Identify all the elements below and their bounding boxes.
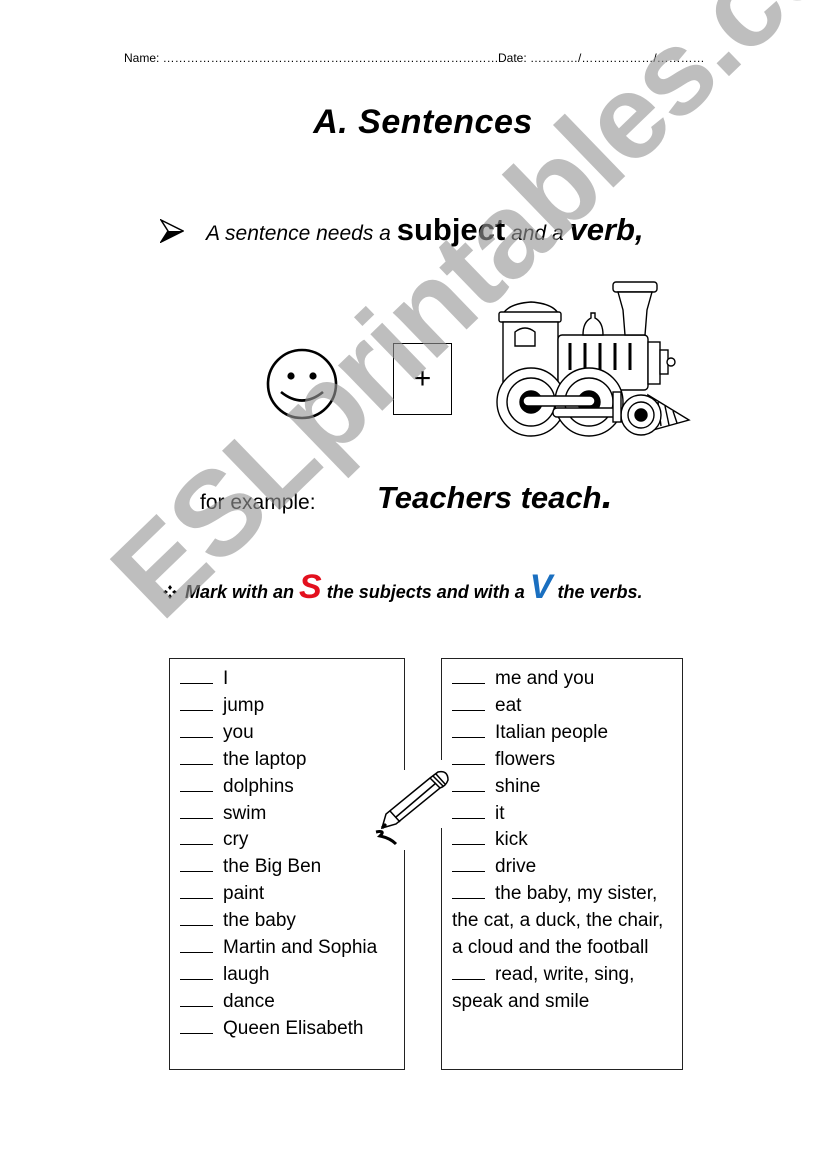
list-item-text: cry <box>223 829 249 851</box>
answer-blank[interactable] <box>180 669 213 684</box>
instruction-part3: the verbs. <box>552 582 643 602</box>
answer-blank[interactable] <box>180 965 213 980</box>
list-item: shine <box>452 774 672 801</box>
example-label: for example: <box>200 491 316 514</box>
list-item-text: the baby <box>223 910 296 932</box>
list-item-text: eat <box>495 694 522 716</box>
list-item: read, write, sing, speak and smile <box>452 962 672 1016</box>
list-item-text: I <box>223 668 229 689</box>
answer-blank[interactable] <box>180 830 213 846</box>
word-list-left: Ijump you the laptop dolphins swim cry the Big… <box>169 658 405 1070</box>
plus-symbol: + <box>413 362 432 395</box>
list-item: dolphins <box>180 774 394 801</box>
list-item: jump <box>180 693 394 720</box>
arrowhead-bullet-icon <box>158 218 185 249</box>
smiley-face-icon <box>265 347 339 426</box>
rule-prefix: A sentence needs a <box>206 222 397 245</box>
example-sentence-text: Teachers teach <box>377 480 602 515</box>
list-item-text: shine <box>495 775 541 797</box>
list-item-text: dolphins <box>223 775 294 797</box>
answer-blank[interactable] <box>452 750 485 765</box>
instruction-part1: Mark with an <box>185 582 300 602</box>
name-field-label: Name: ………………………………………………………………………… <box>124 51 499 65</box>
list-item-text: jump <box>223 694 265 716</box>
list-item: swim <box>180 801 394 828</box>
list-item-text: the laptop <box>223 748 307 770</box>
subject-letter-s: S <box>299 568 322 606</box>
list-item-text: the Big Ben <box>223 856 322 878</box>
list-item: Queen Elisabeth <box>180 1016 394 1043</box>
rule-subject: subject <box>396 212 506 247</box>
watermark: ESLprintables.com <box>86 0 821 643</box>
instruction: Mark with an S the subjects and with a V… <box>163 568 643 607</box>
instruction-part2: the subjects and with a <box>321 582 530 602</box>
answer-blank[interactable] <box>452 669 485 684</box>
list-item-text: you <box>223 721 254 743</box>
list-item-text: Martin and Sophia <box>223 937 378 959</box>
list-item: the baby, my sister, the cat, a duck, th… <box>452 881 672 962</box>
answer-blank[interactable] <box>180 750 213 765</box>
list-item: eat <box>452 693 672 720</box>
list-item-text: drive <box>495 856 537 878</box>
answer-blank[interactable] <box>180 777 213 792</box>
list-item: laugh <box>180 962 394 989</box>
list-item-text: Queen Elisabeth <box>223 1017 364 1039</box>
answer-blank[interactable] <box>180 911 213 927</box>
list-item: cry <box>180 827 394 854</box>
answer-blank[interactable] <box>180 884 213 900</box>
list-item-text: flowers <box>495 748 556 770</box>
list-item: dance <box>180 989 394 1016</box>
date-field-label: Date: …………/………………/………… <box>498 51 705 65</box>
list-item: you <box>180 720 394 747</box>
rule-middle: and a <box>505 222 570 245</box>
example-period: . <box>601 473 613 517</box>
answer-blank[interactable] <box>180 992 213 1007</box>
list-item: me and you <box>452 666 672 693</box>
list-item: it <box>452 801 672 828</box>
list-item-text: me and you <box>495 668 595 689</box>
page-title: A. Sentences <box>313 103 533 141</box>
list-item-text: it <box>495 802 505 824</box>
list-item-text: swim <box>223 802 267 824</box>
list-item-text: dance <box>223 990 275 1012</box>
list-item-text: paint <box>223 883 265 905</box>
example-sentence: Teachers teach. <box>377 475 613 516</box>
answer-blank[interactable] <box>180 723 213 738</box>
answer-blank[interactable] <box>452 830 485 846</box>
answer-blank[interactable] <box>452 777 485 792</box>
answer-blank[interactable] <box>180 1019 213 1034</box>
rule-verb: verb, <box>569 212 644 247</box>
word-list-right: me and you eat Italian people flowers shine i… <box>441 658 683 1070</box>
list-item: the baby <box>180 908 394 935</box>
plus-box: + <box>393 343 452 415</box>
answer-blank[interactable] <box>452 723 485 738</box>
answer-blank[interactable] <box>452 696 485 711</box>
list-item: Martin and Sophia <box>180 935 394 962</box>
answer-blank[interactable] <box>452 804 485 819</box>
verb-letter-v: V <box>529 568 553 606</box>
answer-blank[interactable] <box>180 804 213 819</box>
list-item-text: kick <box>495 829 528 851</box>
list-item: Italian people <box>452 720 672 747</box>
answer-blank[interactable] <box>452 884 485 900</box>
diamond-bullet-icon <box>163 583 179 604</box>
list-item: the laptop <box>180 747 394 774</box>
list-item: drive <box>452 854 672 881</box>
rule-statement: A sentence needs a subject and a verb, <box>158 212 644 249</box>
list-item: flowers <box>452 747 672 774</box>
list-item: I <box>180 666 394 693</box>
list-item: kick <box>452 827 672 854</box>
list-item-text: laugh <box>223 963 270 985</box>
answer-blank[interactable] <box>452 965 485 980</box>
answer-blank[interactable] <box>180 696 213 711</box>
list-item: the Big Ben <box>180 854 394 881</box>
list-item: paint <box>180 881 394 908</box>
list-item-text: Italian people <box>495 721 609 743</box>
answer-blank[interactable] <box>452 857 485 873</box>
answer-blank[interactable] <box>180 857 213 873</box>
steam-locomotive-icon <box>493 280 699 445</box>
answer-blank[interactable] <box>180 938 213 954</box>
pencil-icon <box>366 768 454 855</box>
